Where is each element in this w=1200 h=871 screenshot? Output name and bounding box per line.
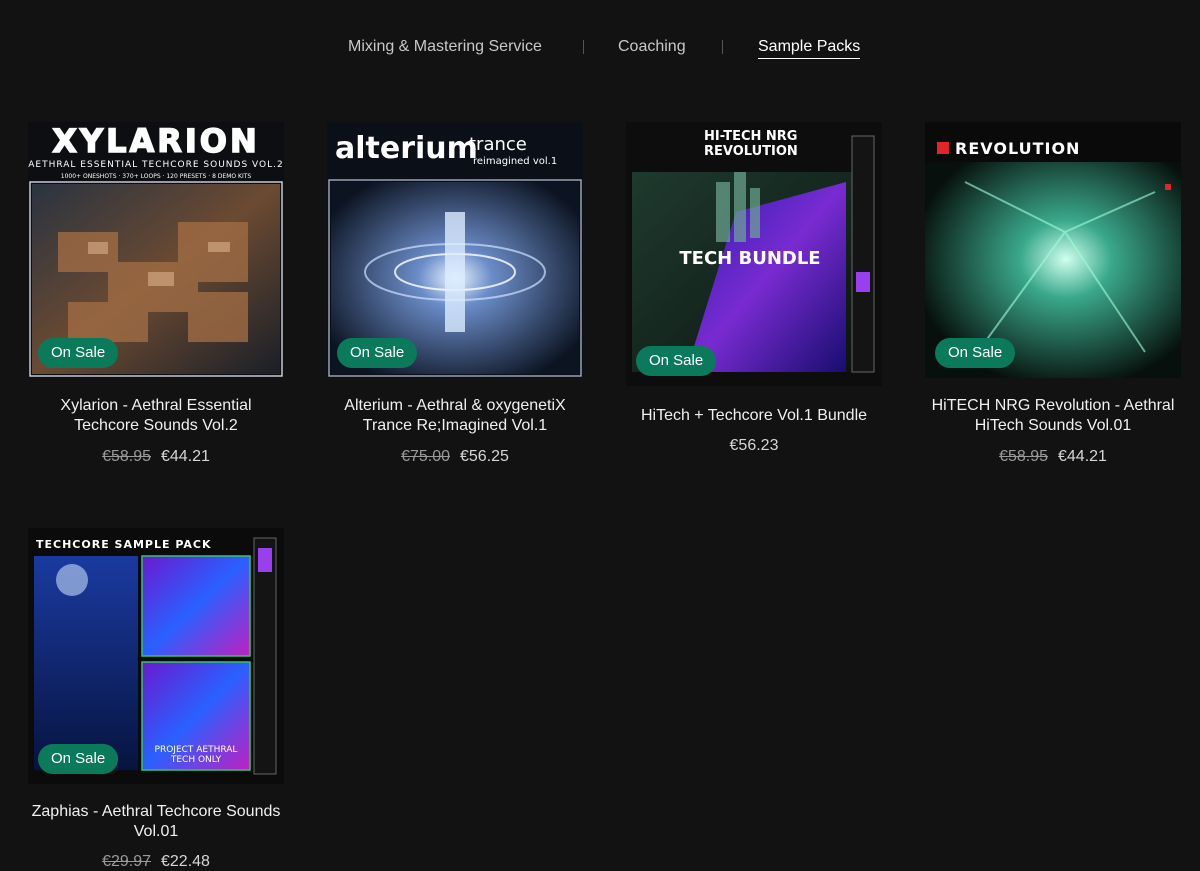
on-sale-badge: On Sale	[935, 338, 1016, 368]
sale-price: €44.21	[1058, 448, 1107, 465]
original-price: €58.95	[999, 448, 1048, 465]
on-sale-badge: On Sale	[337, 338, 418, 368]
cover-subheading: trance	[469, 134, 527, 155]
nav-mixing-mastering[interactable]: Mixing & Mastering Service	[348, 38, 542, 56]
product-title[interactable]: Zaphias - Aethral Techcore Sounds Vol.01	[28, 802, 284, 842]
product-title[interactable]: HiTECH NRG Revolution - Aethral HiTech S…	[925, 396, 1181, 436]
on-sale-badge: On Sale	[38, 744, 119, 774]
product-title[interactable]: Xylarion - Aethral Essential Techcore So…	[28, 396, 284, 436]
cover-subheading: AETHRAL ESSENTIAL TECHCORE SOUNDS VOL.2	[28, 160, 283, 170]
sale-price: €56.23	[729, 437, 779, 454]
cover-stats: TECH BUNDLE	[679, 248, 820, 269]
product-price: €29.97 €22.48	[28, 853, 284, 871]
product-price: €58.95 €44.21	[925, 448, 1181, 466]
cover-subheading: PROJECT AETHRAL	[155, 745, 238, 755]
cover-heading: REVOLUTION	[955, 139, 1080, 158]
product-title[interactable]: Alterium - Aethral & oxygenetiX Trance R…	[327, 396, 583, 436]
original-price: €29.97	[102, 853, 151, 870]
nav-separator	[722, 40, 723, 54]
cover-heading: alterium	[335, 131, 478, 166]
on-sale-badge: On Sale	[38, 338, 119, 368]
product-price: €75.00 €56.25	[327, 448, 583, 466]
original-price: €58.95	[102, 448, 151, 465]
cover-subheading: REVOLUTION	[704, 144, 798, 159]
nav-bar: Mixing & Mastering Service Coaching Samp…	[0, 38, 1200, 62]
nav-sample-packs[interactable]: Sample Packs	[758, 38, 861, 59]
product-price: €58.95 €44.21	[28, 448, 284, 466]
product-title[interactable]: HiTech + Techcore Vol.1 Bundle	[626, 406, 882, 426]
sale-price: €44.21	[161, 448, 210, 465]
cover-stats: 1000+ ONESHOTS · 370+ LOOPS · 120 PRESET…	[61, 173, 252, 180]
cover-stats: TECH ONLY	[170, 755, 222, 765]
cover-heading: TECHCORE SAMPLE PACK	[36, 538, 212, 551]
product-image-hitech-nrg-revolution[interactable]: REVOLUTION On Sale	[925, 122, 1181, 378]
sale-price: €56.25	[460, 448, 509, 465]
product-price: €56.23	[626, 437, 882, 455]
sale-price: €22.48	[161, 853, 210, 870]
product-image-xylarion[interactable]: XYLARION AETHRAL ESSENTIAL TECHCORE SOUN…	[28, 122, 284, 378]
product-image-hitech-bundle[interactable]: HI-TECH NRG REVOLUTION TECH BUNDLE On Sa…	[626, 122, 882, 386]
product-image-zaphias[interactable]: TECHCORE SAMPLE PACK PROJECT AETHRAL TEC…	[28, 528, 284, 784]
original-price: €75.00	[401, 448, 450, 465]
cover-stats: reimagined vol.1	[473, 156, 557, 167]
on-sale-badge: On Sale	[636, 346, 717, 376]
product-image-alterium[interactable]: alterium trance reimagined vol.1 On Sale	[327, 122, 583, 378]
cover-heading: HI-TECH NRG	[704, 129, 797, 144]
nav-coaching[interactable]: Coaching	[618, 38, 686, 56]
nav-separator	[583, 40, 584, 54]
cover-heading: XYLARION	[52, 122, 260, 160]
top-navigation: Mixing & Mastering Service Coaching Samp…	[0, 0, 1200, 96]
